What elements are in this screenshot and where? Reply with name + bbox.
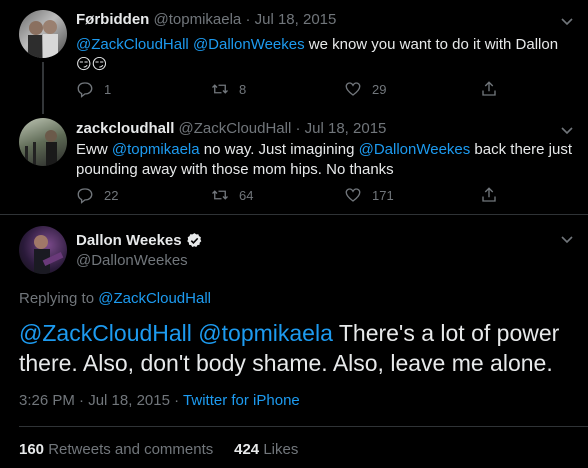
author-handle[interactable]: @DallonWeekes (76, 252, 188, 269)
reply-icon (77, 188, 93, 204)
text-segment: no way. Just imagining (199, 141, 359, 158)
chevron-down-icon[interactable] (560, 14, 574, 28)
mention-link[interactable]: @ZackCloudHall (76, 36, 189, 53)
retweet-count: 64 (239, 187, 254, 203)
mention-link[interactable]: @topmikaela (198, 320, 333, 346)
retweet-button[interactable]: 64 (211, 186, 253, 204)
share-button[interactable] (480, 186, 508, 204)
handle[interactable]: @ZackCloudHall (179, 120, 292, 137)
replying-to-link[interactable]: @ZackCloudHall (98, 290, 211, 307)
reply-button[interactable]: 22 (76, 186, 118, 204)
mention-link[interactable]: @DallonWeekes (193, 36, 305, 53)
avatar[interactable] (19, 118, 67, 166)
like-icon (345, 82, 361, 96)
separator: · (79, 392, 85, 409)
tweet-actions: 1 8 29 (76, 80, 516, 100)
mention-link[interactable]: @topmikaela (112, 141, 200, 158)
mention-link[interactable]: @DallonWeekes (359, 141, 471, 158)
display-name[interactable]: Førbidden (76, 11, 149, 28)
reply-button[interactable]: 1 (76, 80, 111, 98)
retweets-stat[interactable]: 160 Retweets and comments (19, 441, 213, 458)
avatar[interactable] (19, 10, 67, 58)
retweet-icon (212, 190, 228, 200)
share-icon (482, 81, 496, 96)
avatar-photo-icon (28, 20, 58, 58)
separator: · (295, 120, 301, 137)
retweet-count: 8 (239, 81, 247, 97)
text-segment: Eww (76, 141, 112, 158)
replying-label: Replying to (19, 290, 95, 307)
divider (19, 426, 588, 427)
author-name[interactable]: Dallon Weekes (76, 232, 203, 249)
tweet-reply-2[interactable]: zackcloudhall @ZackCloudHall · Jul 18, 2… (0, 114, 588, 214)
tweet-date[interactable]: Jul 18, 2015 (88, 392, 170, 409)
main-tweet-text: @ZackCloudHall @topmikaela There's a lot… (19, 318, 579, 378)
tweet-date[interactable]: Jul 18, 2015 (305, 120, 387, 137)
engagement-stats: 160 Retweets and comments 424 Likes (19, 441, 298, 458)
like-count: 171 (372, 187, 394, 203)
separator: · (245, 11, 251, 28)
tweet-text: Eww @topmikaela no way. Just imagining @… (76, 140, 572, 180)
thread-line (42, 62, 44, 114)
retweets-count: 160 (19, 441, 45, 458)
retweet-button[interactable]: 8 (211, 80, 246, 98)
tweet-meta: 3:26 PM · Jul 18, 2015 · Twitter for iPh… (19, 392, 300, 409)
mention-link[interactable]: @ZackCloudHall (19, 320, 192, 346)
like-button[interactable]: 29 (344, 80, 386, 98)
share-button[interactable] (480, 80, 508, 98)
tweet-source[interactable]: Twitter for iPhone (183, 392, 300, 409)
divider (0, 214, 588, 215)
tweet-date[interactable]: Jul 18, 2015 (255, 11, 337, 28)
tweet-reply-1[interactable]: Førbidden @topmikaela · Jul 18, 2015 @Za… (0, 0, 588, 114)
display-name[interactable]: Dallon Weekes (76, 232, 182, 249)
likes-label: Likes (263, 441, 299, 458)
handle[interactable]: @topmikaela (154, 11, 242, 28)
separator: · (174, 392, 180, 409)
like-count: 29 (372, 81, 387, 97)
tweet-header: Førbidden @topmikaela · Jul 18, 2015 (76, 11, 336, 28)
retweet-icon (212, 84, 228, 94)
tweet-header: zackcloudhall @ZackCloudHall · Jul 18, 2… (76, 120, 386, 137)
chevron-down-icon[interactable] (560, 123, 574, 137)
display-name[interactable]: zackcloudhall (76, 120, 174, 137)
chevron-down-icon[interactable] (560, 232, 574, 246)
avatar-photo-icon (34, 235, 64, 274)
tweet-text: @ZackCloudHall @DallonWeekes we know you… (76, 35, 572, 75)
reply-count: 22 (104, 187, 119, 203)
tweet-actions: 22 64 171 (76, 186, 516, 206)
reply-icon (77, 82, 93, 98)
share-icon (482, 187, 496, 202)
verified-icon (186, 233, 201, 247)
likes-count: 424 (234, 441, 260, 458)
like-button[interactable]: 171 (344, 186, 394, 204)
replying-to: Replying to @ZackCloudHall (19, 290, 211, 307)
retweets-label: Retweets and comments (48, 441, 214, 458)
avatar[interactable] (19, 226, 67, 274)
reply-count: 1 (104, 81, 112, 97)
likes-stat[interactable]: 424 Likes (234, 441, 298, 458)
tweet-time[interactable]: 3:26 PM (19, 392, 75, 409)
avatar-photo-icon (25, 130, 57, 166)
like-icon (345, 188, 361, 202)
